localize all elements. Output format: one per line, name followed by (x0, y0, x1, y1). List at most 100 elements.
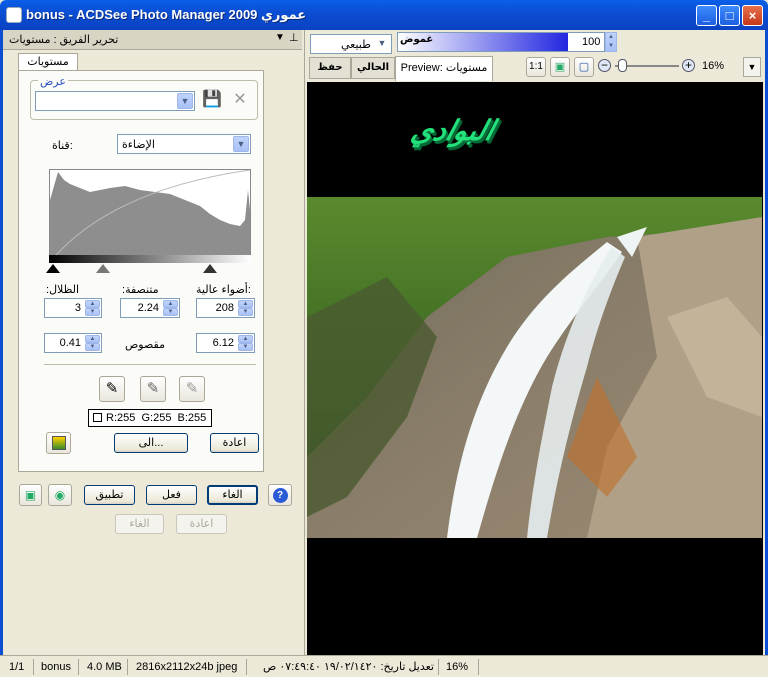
spin-down-icon[interactable]: ▼ (85, 308, 100, 316)
status-dimensions: 2816x2112x24b jpeg (136, 661, 238, 673)
window-title: bonus - ACDSee Photo Manager 2009 عموري (26, 7, 307, 22)
shadows-slider-handle[interactable] (46, 264, 60, 273)
status-filesize: 4.0 MB (87, 661, 122, 673)
channel-label: قناة: (52, 140, 73, 152)
highlights-value: 208 (215, 302, 234, 314)
spin-down-icon[interactable]: ▼ (163, 308, 178, 316)
pin-icon[interactable]: ⊥ (289, 31, 299, 44)
spin-up-icon[interactable]: ▲ (163, 300, 178, 308)
preset-legend: عرض (38, 75, 68, 88)
fit-image-icon[interactable]: ▣ (550, 57, 570, 77)
watermark-text: البوادي (407, 115, 498, 146)
reset-button[interactable]: اعادة (210, 433, 259, 453)
status-zoom: 16% (446, 661, 469, 673)
compare-icon[interactable]: ▣ (19, 484, 42, 506)
save-preset-icon[interactable]: 💾 (201, 90, 223, 112)
spin-down-icon[interactable]: ▼ (238, 343, 253, 351)
app-icon (6, 7, 22, 23)
panel-header: تحرير الفريق : مستويات ▼ ⊥ (3, 30, 302, 50)
histogram-graph (49, 169, 251, 263)
spin-up-icon[interactable]: ▲ (238, 300, 253, 308)
title-bar: bonus - ACDSee Photo Manager 2009 عموري … (0, 0, 768, 30)
black-eyedropper-icon[interactable]: ✎ (99, 376, 125, 402)
opacity-slider[interactable]: غموض 100 (397, 32, 605, 52)
tab-current[interactable]: الحالي (351, 57, 395, 79)
blend-mode-select[interactable]: طبيعي ▼ (310, 34, 392, 54)
opacity-value: 100 (582, 36, 601, 48)
help-icon[interactable]: ? (268, 484, 292, 506)
white-eyedropper-icon[interactable]: ✎ (179, 376, 205, 402)
close-button[interactable]: × (742, 5, 763, 26)
divider (44, 364, 256, 365)
color-swatch (93, 413, 102, 422)
status-modified: تعديل تاريخ: ١٩/٠٢/١٤٢٠ ٠٧:٤٩:٤٠ ص (263, 661, 434, 673)
status-separator (438, 659, 439, 675)
clip-label: مقصوص (125, 339, 165, 351)
opacity-label: غموض (400, 34, 434, 45)
status-separator (246, 659, 247, 675)
highlights-input[interactable]: 208 ▲ ▼ (196, 298, 255, 318)
zoom-slider-handle[interactable] (618, 59, 627, 72)
chevron-down-icon: ▼ (177, 93, 193, 109)
panel-title: تحرير الفريق : مستويات (9, 34, 119, 46)
auto-button[interactable]: الى... (114, 433, 188, 453)
cancel-button[interactable]: الغاء (207, 485, 258, 505)
clip-left-value: 0.41 (59, 337, 81, 349)
zoom-in-icon[interactable]: + (682, 59, 695, 72)
highlights-label: أضواء عالية: (196, 284, 251, 296)
highlights-slider-handle[interactable] (203, 264, 217, 273)
maximize-button[interactable]: □ (719, 5, 740, 26)
spin-down-icon[interactable]: ▼ (238, 308, 253, 316)
channel-value: الإضاءة (122, 139, 155, 151)
preview-toggle-icon[interactable]: ◉ (48, 484, 72, 506)
status-separator (33, 659, 34, 675)
channel-select[interactable]: الإضاءة ▼ (117, 134, 251, 154)
delete-preset-icon[interactable]: ✕ (229, 90, 251, 112)
status-separator (78, 659, 79, 675)
midtones-slider-handle[interactable] (96, 264, 110, 273)
spin-up-icon[interactable]: ▲ (85, 335, 100, 343)
image-viewer[interactable]: البوادي (307, 82, 763, 655)
midtones-input[interactable]: 2.24 ▲ ▼ (120, 298, 180, 318)
chevron-down-icon: ▼ (233, 136, 249, 152)
undo-button[interactable]: الغاء (115, 514, 164, 534)
status-filename: bonus (41, 661, 71, 673)
status-separator (478, 659, 479, 675)
waterfall-photo (307, 197, 762, 538)
tab-save[interactable]: حفظ (309, 57, 351, 79)
zoom-value: 16% (702, 60, 725, 72)
gradient-strip (49, 255, 251, 263)
spin-up-icon[interactable]: ▲ (85, 300, 100, 308)
histogram-shape (50, 172, 250, 262)
preset-select[interactable]: ▼ (35, 91, 195, 111)
chevron-down-icon: ▼ (374, 36, 390, 52)
histogram (49, 169, 251, 263)
actual-size-icon[interactable]: 1:1 (526, 57, 546, 77)
minimize-button[interactable]: _ (696, 5, 717, 26)
fit-window-icon[interactable]: ▢ (574, 57, 594, 77)
blend-mode-value: طبيعي (341, 39, 371, 51)
shadows-input[interactable]: 3 ▲ ▼ (44, 298, 102, 318)
opacity-spin-icon[interactable]: ▲ ▼ (605, 32, 617, 52)
clip-right-input[interactable]: 6.12 ▲ ▼ (196, 333, 255, 353)
status-bar: 1/1 bonus 4.0 MB 2816x2112x24b jpeg تعدي… (0, 655, 768, 677)
zoom-out-icon[interactable]: − (598, 59, 611, 72)
rgb-values: R:255 G:255 B:255 (106, 412, 207, 424)
spin-down-icon[interactable]: ▼ (85, 343, 100, 351)
done-button[interactable]: فعل (146, 485, 197, 505)
tab-levels[interactable]: مستويات (18, 53, 78, 71)
shadows-value: 3 (74, 302, 81, 314)
apply-button[interactable]: تطبيق (84, 485, 135, 505)
shadows-label: :الظلال (46, 284, 80, 296)
auto-levels-icon[interactable] (46, 432, 71, 454)
redo-button[interactable]: اعادة (176, 514, 227, 534)
tab-preview[interactable]: Preview: مستويات (395, 56, 493, 81)
panel-menu-icon[interactable]: ▼ (275, 32, 285, 43)
status-page: 1/1 (9, 661, 25, 673)
clip-left-input[interactable]: 0.41 ▲ ▼ (44, 333, 102, 353)
clip-right-value: 6.12 (212, 337, 234, 349)
spin-up-icon[interactable]: ▲ (238, 335, 253, 343)
gray-eyedropper-icon[interactable]: ✎ (140, 376, 166, 402)
zoom-dropdown-icon[interactable]: ▼ (743, 57, 761, 77)
midtones-value: 2.24 (137, 302, 159, 314)
